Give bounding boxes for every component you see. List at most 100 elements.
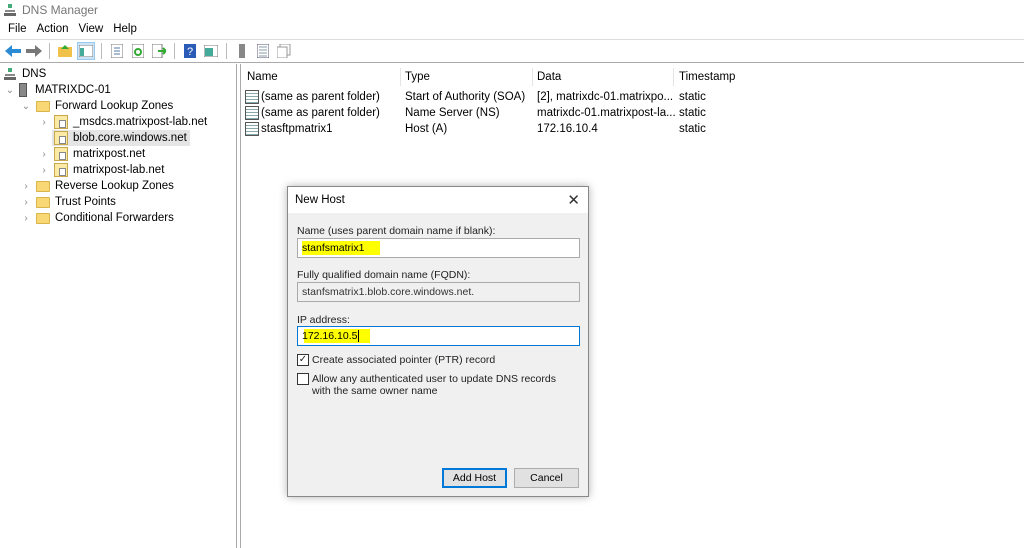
folder-icon [36,100,50,112]
properties-icon[interactable] [108,42,126,60]
toolbar-divider [226,43,227,59]
title-bar: DNS Manager [0,0,1024,19]
tree-pane: DNS ⌄ MATRIXDC-01 ⌄ Forward Lookup Zones… [0,64,237,548]
table-row[interactable]: (same as parent folder) Name Server (NS)… [243,105,943,121]
record-data: matrixdc-01.matrixpost-la... [537,107,676,119]
text-cursor [358,330,360,342]
chevron-right-icon[interactable]: › [38,149,50,160]
zone-icon [54,131,68,145]
tree-label: Reverse Lookup Zones [55,180,174,192]
chevron-right-icon[interactable]: › [20,213,32,224]
back-arrow-icon[interactable] [4,42,22,60]
record-name: (same as parent folder) [261,91,380,103]
dns-app-icon [4,3,16,16]
column-header-type[interactable]: Type [401,68,533,86]
new-host-dialog: New Host ✕ Name (uses parent domain name… [287,186,589,497]
ip-label: IP address: [297,314,350,326]
tree-dns-root[interactable]: DNS [4,66,46,82]
name-label: Name (uses parent domain name if blank): [297,225,496,237]
menu-bar: File Action View Help [0,19,1024,39]
record-icon [245,106,259,120]
table-row[interactable]: stasftpmatrix1 Host (A) 172.16.10.4 stat… [243,121,943,137]
folder-icon [36,212,50,224]
menu-action[interactable]: Action [33,23,75,35]
records-icon[interactable] [254,42,272,60]
toolbar-divider [174,43,175,59]
help-icon[interactable]: ? [181,42,199,60]
record-name: (same as parent folder) [261,107,380,119]
tree-conditional-forwarders[interactable]: › Conditional Forwarders [20,210,174,226]
checkbox-icon[interactable] [297,373,309,385]
fqdn-field: stanfsmatrix1.blob.core.windows.net. [297,282,580,302]
tree-zone-matrixpost-lab[interactable]: › matrixpost-lab.net [38,162,164,178]
fqdn-label: Fully qualified domain name (FQDN): [297,269,471,281]
column-header-name[interactable]: Name [241,68,401,86]
menu-view[interactable]: View [75,23,110,35]
tree-label: Trust Points [55,196,116,208]
tree-label: _msdcs.matrixpost-lab.net [73,116,208,128]
copy-records-icon[interactable] [275,42,293,60]
zone-icon [54,147,68,161]
zone-icon [54,163,68,177]
column-header-data[interactable]: Data [533,68,674,86]
chevron-down-icon[interactable]: ⌄ [4,85,16,96]
ip-address-input[interactable]: 172.16.10.5 [297,326,580,346]
checkbox-icon[interactable]: ✓ [297,354,309,366]
folder-icon [36,180,50,192]
ptr-checkbox[interactable]: ✓ Create associated pointer (PTR) record [297,354,495,366]
tree-server[interactable]: ⌄ MATRIXDC-01 [4,82,111,98]
name-value: stanfsmatrix1 [302,242,365,254]
tree-label: Forward Lookup Zones [55,100,174,112]
close-icon[interactable]: ✕ [567,191,580,209]
up-folder-icon[interactable] [56,42,74,60]
column-header-timestamp[interactable]: Timestamp [674,68,774,86]
dns-icon [4,67,16,80]
allow-update-label: Allow any authenticated user to update D… [312,373,556,397]
svg-text:?: ? [187,46,193,58]
allow-update-checkbox[interactable]: Allow any authenticated user to update D… [297,373,577,397]
chevron-down-icon[interactable]: ⌄ [20,101,32,112]
chevron-right-icon[interactable]: › [38,165,50,176]
tree-trust-points[interactable]: › Trust Points [20,194,116,210]
server-icon[interactable] [233,42,251,60]
ptr-label: Create associated pointer (PTR) record [312,354,496,366]
tree-label: blob.core.windows.net [73,132,187,144]
export-list-icon[interactable] [150,42,168,60]
tree-label: Conditional Forwarders [55,212,174,224]
record-icon [245,90,259,104]
server-icon [19,83,27,97]
add-host-button[interactable]: Add Host [442,468,507,488]
refresh-icon[interactable] [129,42,147,60]
menu-file[interactable]: File [4,23,33,35]
tree-forward-lookup-zones[interactable]: ⌄ Forward Lookup Zones [20,98,173,114]
record-type: Name Server (NS) [405,107,500,119]
name-input[interactable]: stanfsmatrix1 [297,238,580,258]
menu-help[interactable]: Help [109,23,143,35]
forward-arrow-icon[interactable] [25,42,43,60]
chevron-right-icon[interactable]: › [38,117,50,128]
tree-zone-blob[interactable]: blob.core.windows.net [52,130,190,146]
folder-icon [36,196,50,208]
toolbar: ? [0,39,1024,63]
zone-icon [54,115,68,129]
record-timestamp: static [679,91,706,103]
tree-label: DNS [22,68,47,80]
record-timestamp: static [679,123,706,135]
tree-label: matrixpost.net [73,148,146,160]
record-data: [2], matrixdc-01.matrixpo... [537,91,674,103]
dialog-title: New Host [295,194,345,206]
record-data: 172.16.10.4 [537,123,598,135]
action-pane-icon[interactable] [202,42,220,60]
cancel-button[interactable]: Cancel [514,468,579,488]
tree-zone-matrixpost[interactable]: › matrixpost.net [38,146,145,162]
tree-zone-msdcs[interactable]: › _msdcs.matrixpost-lab.net [38,114,207,130]
chevron-right-icon[interactable]: › [20,197,32,208]
dialog-title-bar: New Host ✕ [288,187,588,213]
tree-label: MATRIXDC-01 [35,84,111,96]
record-timestamp: static [679,107,706,119]
window-title: DNS Manager [22,2,99,17]
table-row[interactable]: (same as parent folder) Start of Authori… [243,89,943,105]
chevron-right-icon[interactable]: › [20,181,32,192]
tree-reverse-lookup-zones[interactable]: › Reverse Lookup Zones [20,178,174,194]
show-hide-tree-icon[interactable] [77,42,95,60]
